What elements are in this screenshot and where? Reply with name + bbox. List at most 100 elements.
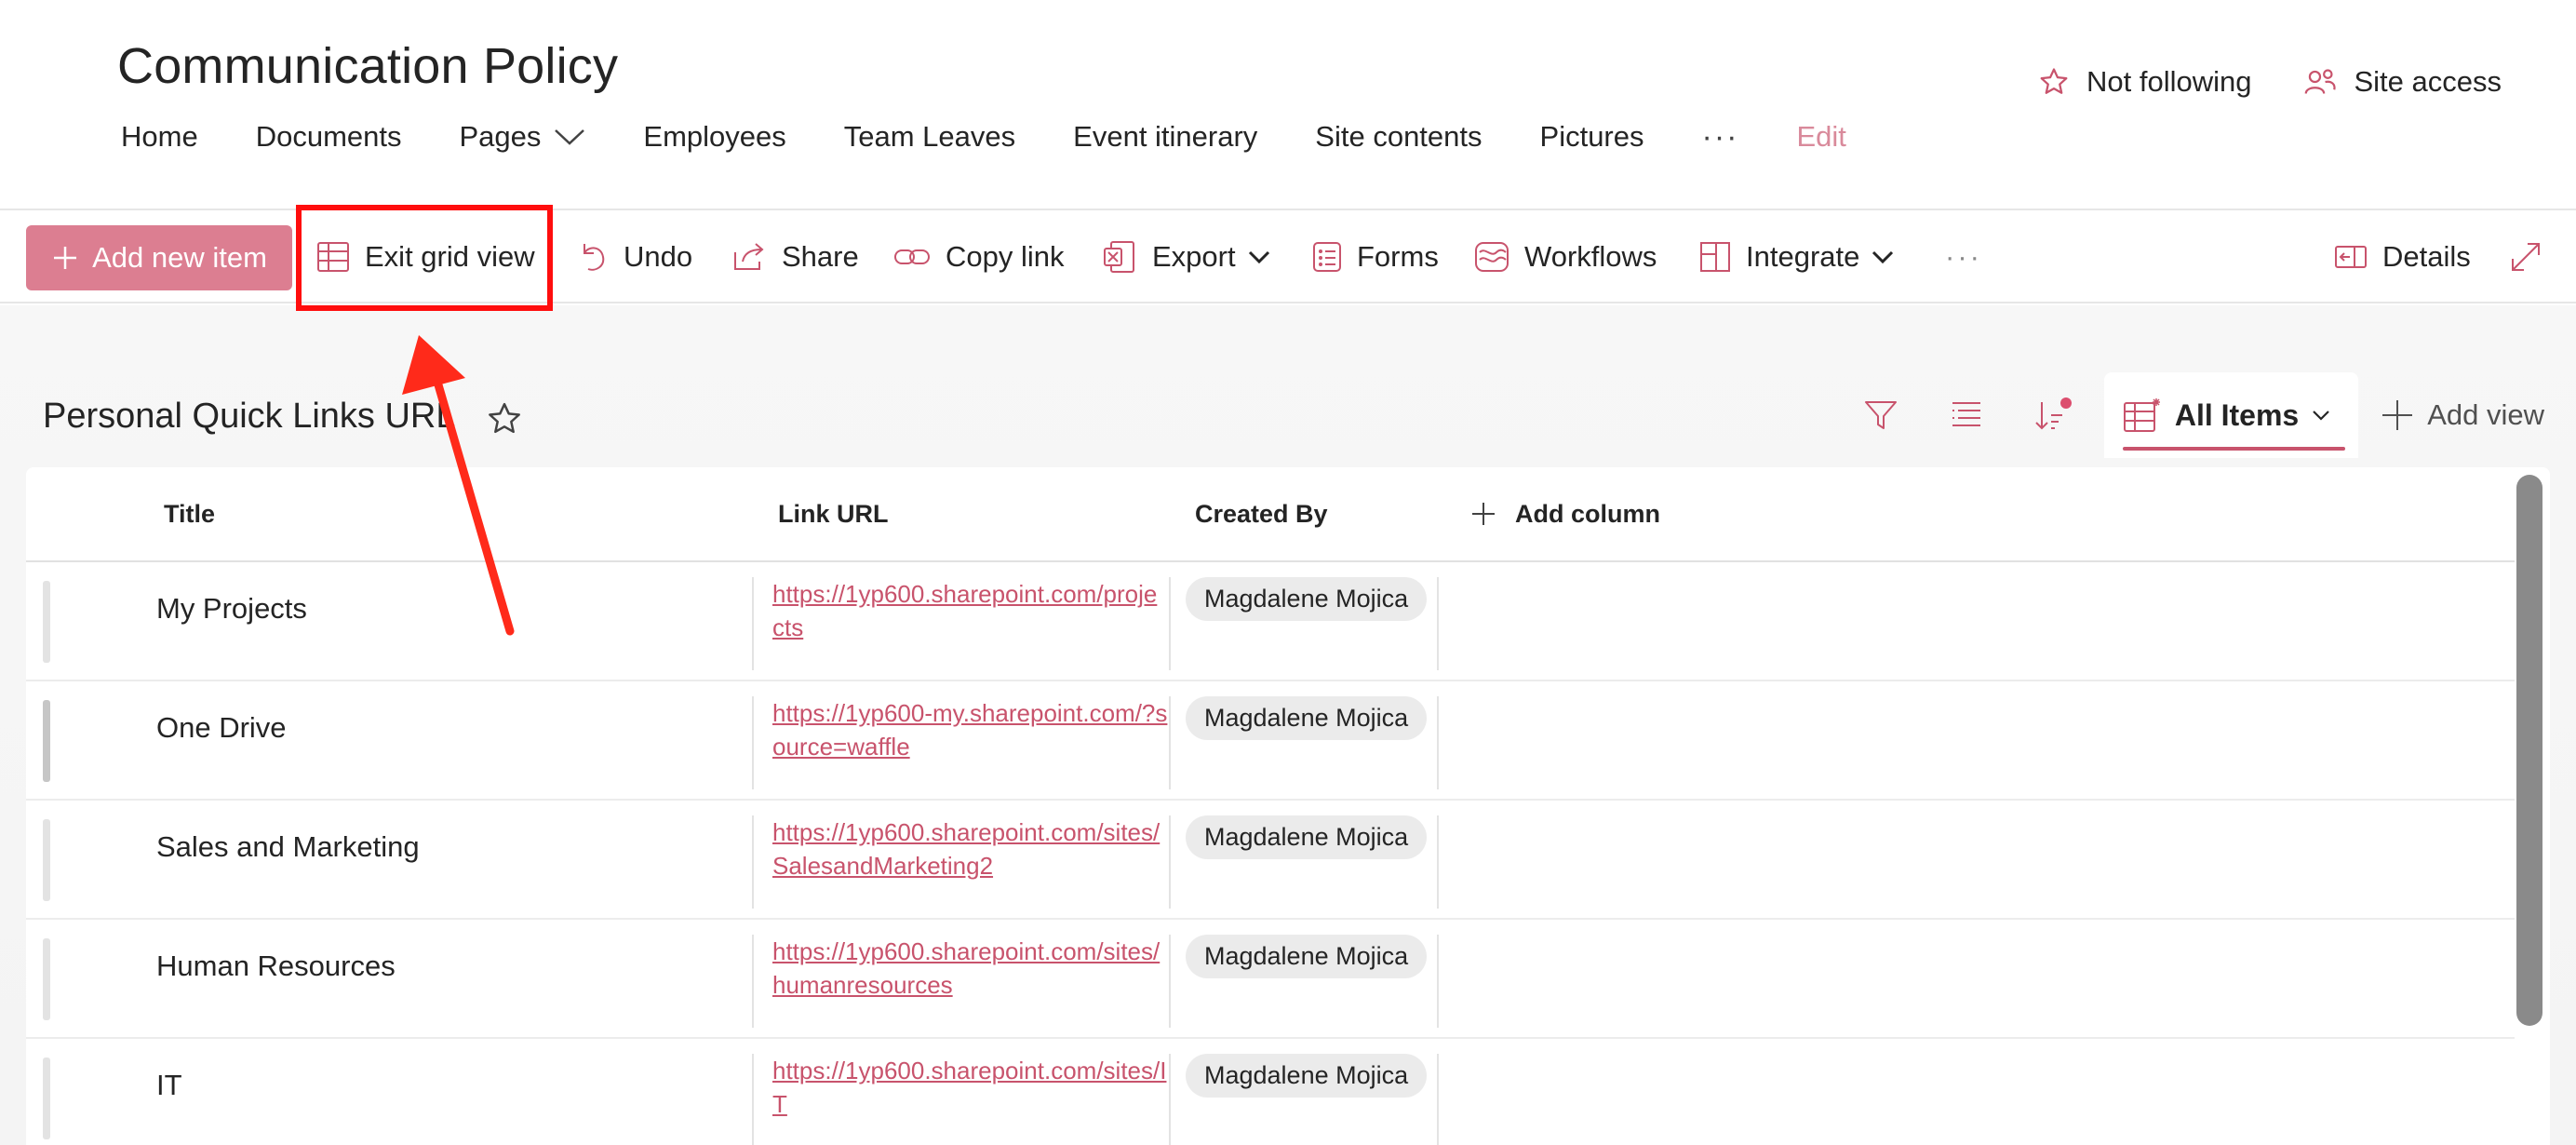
- nav-item-label: Employees: [643, 120, 786, 153]
- workflows-label: Workflows: [1524, 240, 1657, 273]
- filter-button[interactable]: [1838, 372, 1924, 458]
- export-label: Export: [1152, 240, 1236, 273]
- cell-title[interactable]: IT: [156, 1039, 182, 1132]
- forms-button[interactable]: Forms: [1312, 210, 1439, 303]
- current-view-label: All Items: [2174, 397, 2300, 432]
- cell-title[interactable]: Sales and Marketing: [156, 801, 420, 894]
- expand-button[interactable]: [2509, 210, 2557, 303]
- person-chip[interactable]: Magdalene Mojica: [1186, 1054, 1428, 1098]
- column-header-created-by[interactable]: Created By: [1195, 467, 1328, 560]
- table-row[interactable]: Human Resources https://1yp600.sharepoin…: [26, 920, 2515, 1039]
- nav-edit-link[interactable]: Edit: [1796, 120, 1845, 154]
- details-label: Details: [2382, 240, 2471, 273]
- copy-link-button[interactable]: Copy link: [893, 210, 1065, 303]
- cell-title[interactable]: One Drive: [156, 681, 287, 775]
- cell-title[interactable]: Human Resources: [156, 920, 396, 1013]
- person-chip[interactable]: Magdalene Mojica: [1186, 815, 1428, 859]
- follow-button[interactable]: Not following: [2038, 65, 2251, 99]
- column-header-link-url[interactable]: Link URL: [778, 467, 889, 560]
- sort-button[interactable]: [2009, 372, 2095, 458]
- cell-link-url: https://1yp600.sharepoint.com/projects: [752, 577, 1169, 670]
- share-label: Share: [782, 240, 859, 273]
- person-chip[interactable]: Magdalene Mojica: [1186, 696, 1428, 740]
- details-button[interactable]: Details: [2334, 210, 2471, 303]
- nav-item-label: Event itinerary: [1073, 120, 1258, 153]
- form-icon: [1313, 242, 1341, 272]
- nav-item-home[interactable]: Home: [121, 120, 198, 154]
- row-selector[interactable]: [43, 819, 50, 901]
- list-title[interactable]: Personal Quick Links URL: [43, 397, 456, 437]
- people-icon: [2305, 69, 2337, 94]
- nav-item-label: Pages: [459, 120, 542, 153]
- nav-item-documents[interactable]: Documents: [256, 120, 402, 154]
- export-button[interactable]: Export: [1102, 210, 1271, 303]
- link-url[interactable]: https://1yp600.sharepoint.com/projects: [772, 577, 1169, 644]
- person-chip[interactable]: Magdalene Mojica: [1186, 577, 1428, 621]
- row-selector[interactable]: [43, 938, 50, 1020]
- star-icon: [2040, 68, 2068, 94]
- list-grid: Title Link URL Created By Add column My …: [26, 467, 2550, 1145]
- site-access-label: Site access: [2354, 65, 2502, 98]
- share-button[interactable]: Share: [731, 210, 859, 303]
- nav-item-site-contents[interactable]: Site contents: [1315, 120, 1482, 154]
- person-chip[interactable]: Magdalene Mojica: [1186, 935, 1428, 978]
- site-title[interactable]: Communication Policy: [117, 37, 618, 95]
- nav-item-employees[interactable]: Employees: [643, 120, 785, 154]
- expand-icon: [2512, 243, 2540, 271]
- list-content-area: Personal Quick Links URL All Items Add v…: [0, 305, 2576, 1145]
- favorite-star-icon[interactable]: [486, 400, 523, 438]
- chevron-down-icon: [1872, 250, 1894, 264]
- link-url[interactable]: https://1yp600.sharepoint.com/sites/Sale…: [772, 815, 1169, 882]
- row-selector[interactable]: [43, 581, 50, 663]
- nav-item-pictures[interactable]: Pictures: [1540, 120, 1644, 154]
- workflows-button[interactable]: Workflows: [1474, 210, 1657, 303]
- add-column-label: Add column: [1515, 499, 1660, 528]
- undo-label: Undo: [624, 240, 693, 273]
- add-new-item-button[interactable]: Add new item: [26, 225, 292, 290]
- table-row[interactable]: My Projects https://1yp600.sharepoint.co…: [26, 562, 2515, 681]
- nav-item-event-itinerary[interactable]: Event itinerary: [1073, 120, 1257, 154]
- nav-item-team-leaves[interactable]: Team Leaves: [844, 120, 1015, 154]
- list-group-icon: [1952, 402, 1980, 426]
- add-new-item-label: Add new item: [92, 241, 267, 274]
- row-selector[interactable]: [43, 700, 50, 782]
- link-url[interactable]: https://1yp600.sharepoint.com/sites/IT: [772, 1054, 1169, 1121]
- add-view-label: Add view: [2427, 398, 2544, 431]
- cell-title[interactable]: My Projects: [156, 562, 307, 655]
- integrate-button[interactable]: Integrate: [1699, 210, 1895, 303]
- link-url[interactable]: https://1yp600-my.sharepoint.com/?source…: [772, 696, 1169, 763]
- nav-item-label: Pictures: [1539, 120, 1644, 153]
- group-by-button[interactable]: [1924, 372, 2009, 458]
- workflow-icon: [1475, 242, 1509, 272]
- forms-label: Forms: [1357, 240, 1439, 273]
- site-access-button[interactable]: Site access: [2303, 65, 2502, 99]
- view-selector-all-items[interactable]: All Items: [2103, 372, 2359, 458]
- integrate-icon: [1700, 242, 1730, 272]
- toolbar-more-button[interactable]: ···: [1945, 210, 1982, 303]
- table-row[interactable]: One Drive https://1yp600-my.sharepoint.c…: [26, 681, 2515, 801]
- column-header-title[interactable]: Title: [164, 467, 215, 560]
- table-row[interactable]: Sales and Marketing https://1yp600.share…: [26, 801, 2515, 920]
- active-view-indicator: [2122, 447, 2346, 451]
- nav-item-pages[interactable]: Pages: [460, 120, 586, 154]
- cell-created-by: Magdalene Mojica: [1169, 815, 1439, 909]
- details-pane-icon: [2335, 246, 2367, 268]
- cell-link-url: https://1yp600.sharepoint.com/sites/huma…: [752, 935, 1169, 1028]
- filter-icon: [1864, 401, 1897, 429]
- scrollbar-thumb[interactable]: [2516, 475, 2542, 1026]
- undo-button[interactable]: Undo: [577, 210, 692, 303]
- plus-icon: [2382, 400, 2413, 430]
- cell-created-by: Magdalene Mojica: [1169, 577, 1439, 670]
- link-url[interactable]: https://1yp600.sharepoint.com/sites/huma…: [772, 935, 1169, 1002]
- nav-item-label: Team Leaves: [843, 120, 1016, 153]
- cell-link-url: https://1yp600.sharepoint.com/sites/IT: [752, 1054, 1169, 1145]
- site-header: Communication Policy Home Documents Page…: [0, 0, 2576, 210]
- row-selector[interactable]: [43, 1057, 50, 1139]
- table-row[interactable]: IT https://1yp600.sharepoint.com/sites/I…: [26, 1039, 2515, 1145]
- grid-header: Title Link URL Created By Add column: [26, 467, 2515, 562]
- cell-link-url: https://1yp600.sharepoint.com/sites/Sale…: [752, 815, 1169, 909]
- add-column-button[interactable]: Add column: [1470, 467, 1660, 560]
- nav-more-button[interactable]: ···: [1702, 119, 1739, 155]
- excel-icon: [1104, 241, 1134, 273]
- add-view-button[interactable]: Add view: [2381, 398, 2544, 432]
